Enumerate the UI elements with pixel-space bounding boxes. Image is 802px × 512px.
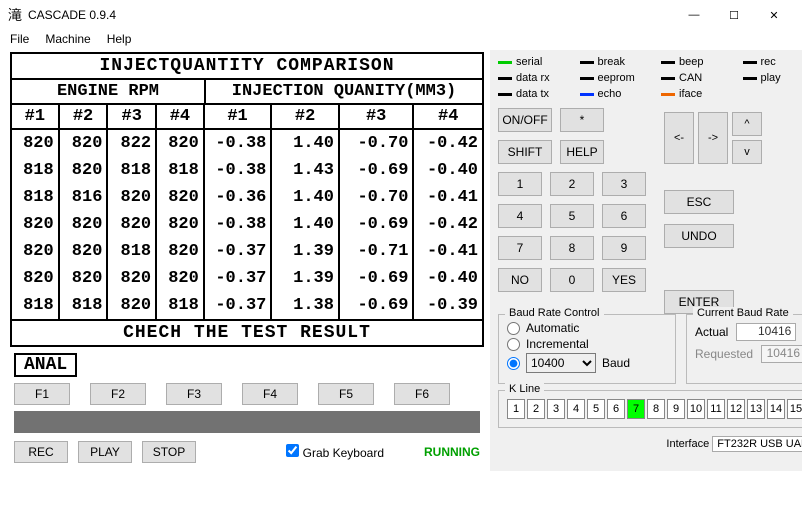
arrow-right[interactable]: -> xyxy=(698,112,728,164)
table-row: 820820822820-0.381.40-0.70-0.42 xyxy=(12,130,482,157)
datatx-led-icon xyxy=(498,93,512,96)
table-row: 818816820820-0.361.40-0.70-0.41 xyxy=(12,184,482,211)
menu-machine[interactable]: Machine xyxy=(45,32,90,46)
key-0[interactable]: 0 xyxy=(550,268,594,292)
datarx-led-icon xyxy=(498,77,512,80)
iface-led-icon xyxy=(661,93,675,96)
key-8[interactable]: 8 xyxy=(550,236,594,260)
key-1[interactable]: 1 xyxy=(498,172,542,196)
key-4[interactable]: 4 xyxy=(498,204,542,228)
f6-button[interactable]: F6 xyxy=(394,383,450,405)
kline-12[interactable]: 12 xyxy=(727,399,745,419)
key-2[interactable]: 2 xyxy=(550,172,594,196)
table-row: 820820820820-0.381.40-0.69-0.42 xyxy=(12,211,482,238)
key-5[interactable]: 5 xyxy=(550,204,594,228)
arrow-up[interactable]: ^ xyxy=(732,112,762,136)
yes-button[interactable]: YES xyxy=(602,268,646,292)
requested-baud-field: 10416 xyxy=(761,345,802,363)
arrow-down[interactable]: v xyxy=(732,140,762,164)
interface-value: FT232R USB UAR xyxy=(712,436,802,452)
key-6[interactable]: 6 xyxy=(602,204,646,228)
kline-13[interactable]: 13 xyxy=(747,399,765,419)
star-button[interactable]: * xyxy=(560,108,604,132)
menu-help[interactable]: Help xyxy=(107,32,132,46)
onoff-button[interactable]: ON/OFF xyxy=(498,108,552,132)
kline-3[interactable]: 3 xyxy=(547,399,565,419)
play-led-icon xyxy=(743,77,757,80)
baud-incremental-radio[interactable]: Incremental xyxy=(507,337,667,351)
baud-auto-radio[interactable]: Automatic xyxy=(507,321,667,335)
baud-select[interactable]: 10400 xyxy=(526,353,596,373)
kline-7[interactable]: 7 xyxy=(627,399,645,419)
f1-button[interactable]: F1 xyxy=(14,383,70,405)
window-title: CASCADE 0.9.4 xyxy=(28,8,674,22)
kline-11[interactable]: 11 xyxy=(707,399,725,419)
progress-bar xyxy=(14,411,480,433)
f3-button[interactable]: F3 xyxy=(166,383,222,405)
led-panel: serial break beep rec data rx eeprom CAN… xyxy=(498,56,802,100)
kline-6[interactable]: 6 xyxy=(607,399,625,419)
grab-keyboard-checkbox[interactable]: Grab Keyboard xyxy=(286,444,384,460)
kline-15[interactable]: 15 xyxy=(787,399,802,419)
rec-button[interactable]: REC xyxy=(14,441,68,463)
f4-button[interactable]: F4 xyxy=(242,383,298,405)
minimize-button[interactable]: — xyxy=(674,1,714,29)
play-button[interactable]: PLAY xyxy=(78,441,132,463)
shift-button[interactable]: SHIFT xyxy=(498,140,552,164)
kline-14[interactable]: 14 xyxy=(767,399,785,419)
key-3[interactable]: 3 xyxy=(602,172,646,196)
kline-8[interactable]: 8 xyxy=(647,399,665,419)
echo-led-icon xyxy=(580,93,594,96)
eeprom-led-icon xyxy=(580,77,594,80)
menu-file[interactable]: File xyxy=(10,32,29,46)
terminal-footer: CHECH THE TEST RESULT xyxy=(12,319,482,345)
terminal-display: INJECTQUANTITY COMPARISON ENGINE RPM INJ… xyxy=(10,52,484,347)
key-7[interactable]: 7 xyxy=(498,236,542,260)
esc-button[interactable]: ESC xyxy=(664,190,734,214)
mode-indicator: ANAL xyxy=(14,353,77,377)
menu-bar: File Machine Help xyxy=(0,30,802,50)
maximize-button[interactable]: ☐ xyxy=(714,1,754,29)
table-row: 820820818820-0.371.39-0.71-0.41 xyxy=(12,238,482,265)
kline-group: K Line 123456789101112131415 xyxy=(498,390,802,428)
actual-baud-field: 10416 xyxy=(736,323,796,341)
function-key-row: F1 F2 F3 F4 F5 F6 xyxy=(14,383,480,405)
current-baud-group: Current Baud Rate Actual10416 Requested1… xyxy=(686,314,802,384)
help-button[interactable]: HELP xyxy=(560,140,604,164)
injection-qty-header: INJECTION QUANITY(MM3) xyxy=(206,80,482,103)
key-9[interactable]: 9 xyxy=(602,236,646,260)
undo-button[interactable]: UNDO xyxy=(664,224,734,248)
engine-rpm-header: ENGINE RPM xyxy=(12,80,206,103)
can-led-icon xyxy=(661,77,675,80)
table-row: 820820820820-0.371.39-0.69-0.40 xyxy=(12,265,482,292)
title-bar: 滝 CASCADE 0.9.4 — ☐ ✕ xyxy=(0,0,802,30)
column-headers: #1 #2 #3 #4 #1 #2 #3 #4 xyxy=(12,105,482,130)
table-row: 818818820818-0.371.38-0.69-0.39 xyxy=(12,292,482,319)
app-icon: 滝 xyxy=(8,5,22,25)
numeric-keypad: 1 2 3 4 5 6 7 8 9 NO 0 YES xyxy=(498,172,646,292)
baud-manual-radio[interactable]: 10400 Baud xyxy=(507,353,667,373)
f2-button[interactable]: F2 xyxy=(90,383,146,405)
rec-led-icon xyxy=(743,61,757,64)
table-row: 818820818818-0.381.43-0.69-0.40 xyxy=(12,157,482,184)
kline-4[interactable]: 4 xyxy=(567,399,585,419)
no-button[interactable]: NO xyxy=(498,268,542,292)
kline-9[interactable]: 9 xyxy=(667,399,685,419)
baud-rate-control-group: Baud Rate Control Automatic Incremental … xyxy=(498,314,676,384)
stop-button[interactable]: STOP xyxy=(142,441,196,463)
kline-2[interactable]: 2 xyxy=(527,399,545,419)
status-label: RUNNING xyxy=(424,445,480,459)
kline-10[interactable]: 10 xyxy=(687,399,705,419)
arrow-left[interactable]: <- xyxy=(664,112,694,164)
f5-button[interactable]: F5 xyxy=(318,383,374,405)
kline-1[interactable]: 1 xyxy=(507,399,525,419)
beep-led-icon xyxy=(661,61,675,64)
arrow-pad: <- ^ -> v xyxy=(664,112,762,164)
interface-label: Interface FT232R USB UAR xyxy=(498,436,802,452)
close-button[interactable]: ✕ xyxy=(754,1,794,29)
terminal-title: INJECTQUANTITY COMPARISON xyxy=(12,54,482,80)
serial-led-icon xyxy=(498,61,512,64)
break-led-icon xyxy=(580,61,594,64)
kline-5[interactable]: 5 xyxy=(587,399,605,419)
